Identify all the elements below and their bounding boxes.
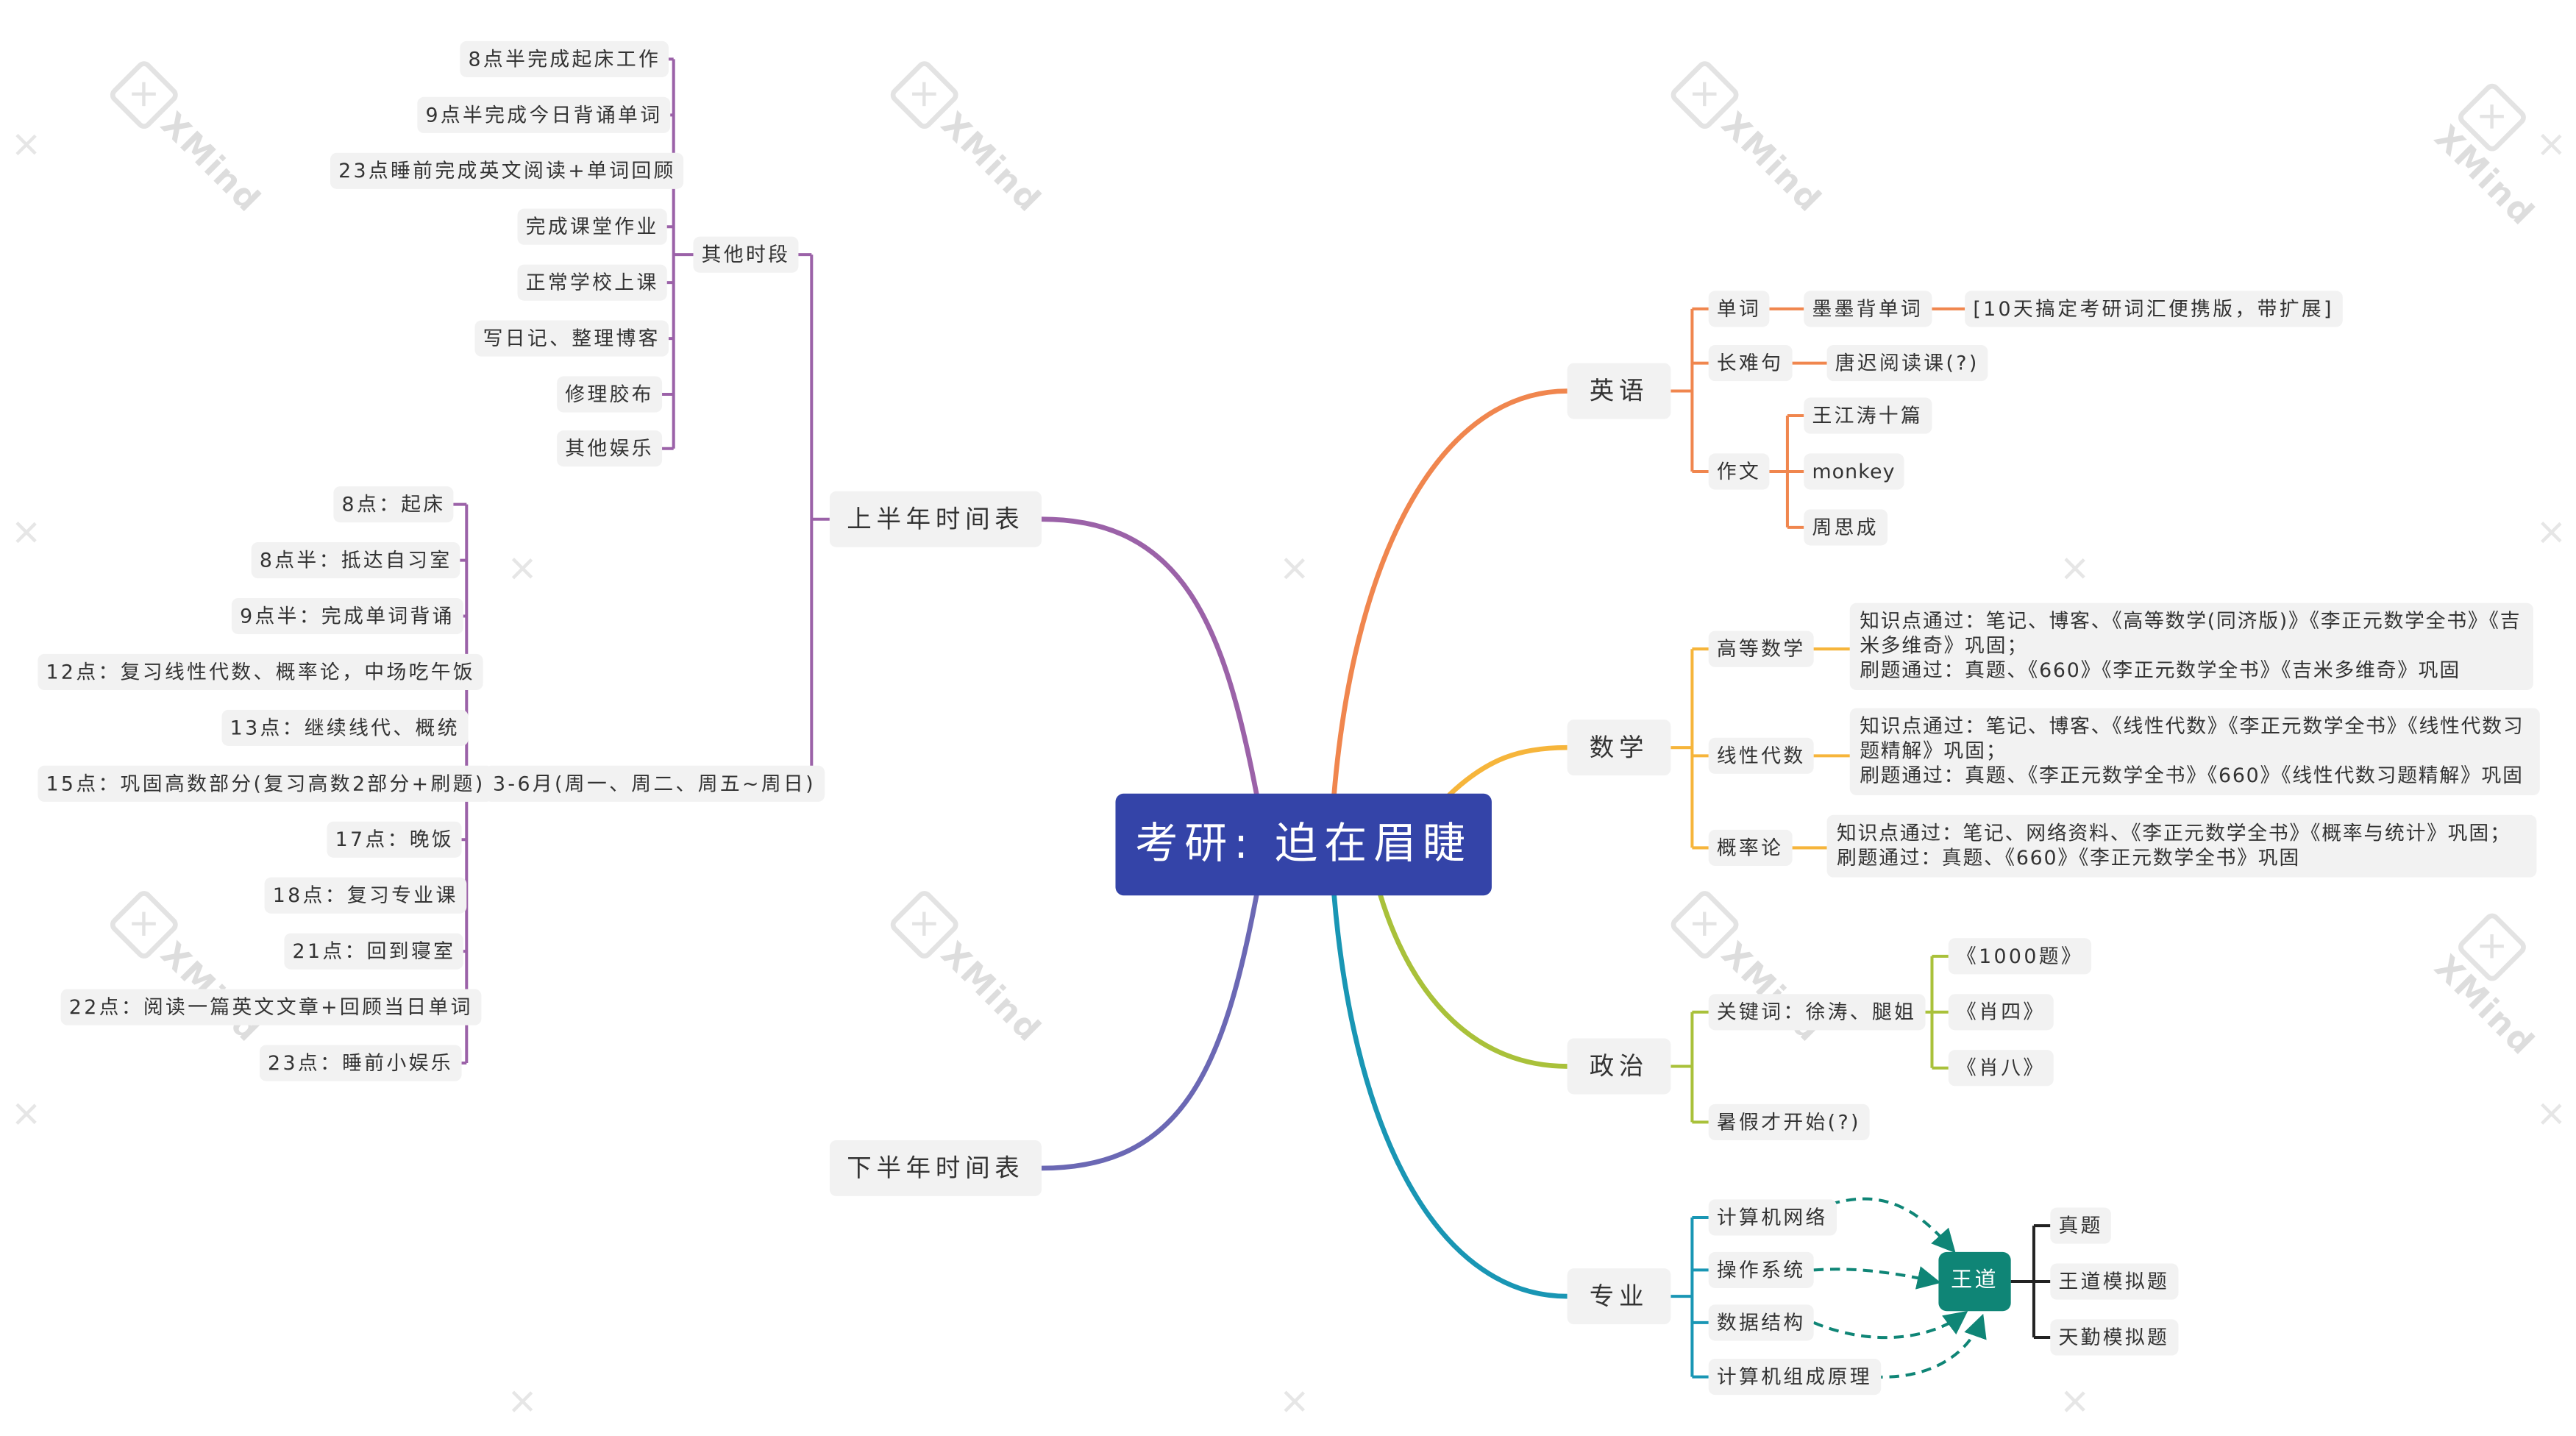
politics-summer[interactable]: 暑假才开始(?)	[1708, 1103, 1870, 1140]
schedule-item[interactable]: 9点半：完成单词背诵	[231, 597, 463, 635]
other-item[interactable]: 9点半完成今日背诵单词	[417, 96, 671, 133]
major-subject-os[interactable]: 操作系统	[1708, 1251, 1814, 1288]
english-essay-item[interactable]: 王江涛十篇	[1804, 397, 1932, 434]
decor-mark	[509, 1388, 536, 1415]
english-vocab-book[interactable]: [10天搞定考研词汇便携版，带扩展]	[1965, 291, 2343, 327]
decor-mark	[509, 555, 536, 582]
math-linear-algebra[interactable]: 线性代数	[1708, 737, 1814, 774]
english-long-sentence-course[interactable]: 唐迟阅读课(?)	[1826, 345, 1988, 382]
linear-line-1: 知识点通过：笔记、博客、《线性代数》《李正元数学全书》《线性代数习题精解》巩固；	[1860, 714, 2525, 763]
major-subject-organization[interactable]: 计算机组成原理	[1708, 1359, 1881, 1396]
english-vocab[interactable]: 单词	[1708, 291, 1770, 327]
math-calculus-detail[interactable]: 知识点通过：笔记、博客、《高等数学(同济版)》《李正元数学全书》《吉米多维奇》巩…	[1849, 603, 2533, 691]
topic-march-june-schedule[interactable]: 3-6月(周一、周二、周五~周日)	[484, 765, 825, 802]
other-item[interactable]: 23点睡前完成英文阅读+单词回顾	[330, 152, 684, 189]
branch-line-math	[1447, 744, 1568, 797]
math-probability[interactable]: 概率论	[1708, 829, 1792, 867]
english-essay-item[interactable]: monkey	[1804, 453, 1904, 490]
wangdao-item[interactable]: 王道模拟题	[2050, 1263, 2178, 1300]
decor-mark	[2538, 132, 2565, 158]
english-vocab-app[interactable]: 墨墨背单词	[1804, 291, 1932, 327]
wangdao-item[interactable]: 真题	[2050, 1207, 2111, 1244]
english-long-sentence[interactable]: 长难句	[1708, 345, 1792, 382]
major-subject-network[interactable]: 计算机网络	[1708, 1199, 1836, 1236]
topic-math[interactable]: 数学	[1567, 719, 1671, 776]
branch-line-second-half	[1041, 893, 1259, 1171]
politics-book[interactable]: 《1000题》	[1948, 938, 2092, 975]
schedule-item[interactable]: 17点：晚饭	[327, 821, 463, 858]
prob-line-2: 刷题通过：真题、《660》《李正元数学全书》巩固	[1836, 846, 2301, 870]
topic-wangdao[interactable]: 王道	[1938, 1251, 2011, 1312]
other-item[interactable]: 完成课堂作业	[517, 208, 667, 245]
topic-major[interactable]: 专业	[1567, 1268, 1671, 1325]
math-linear-detail[interactable]: 知识点通过：笔记、博客、《线性代数》《李正元数学全书》《线性代数习题精解》巩固；…	[1849, 708, 2540, 795]
decor-mark	[1281, 1388, 1308, 1415]
politics-book[interactable]: 《肖八》	[1948, 1050, 2054, 1087]
schedule-item[interactable]: 12点：复习线性代数、概率论，中场吃午饭	[38, 653, 484, 691]
decor-mark	[2538, 1101, 2565, 1127]
prob-line-1: 知识点通过：笔记、网络资料、《李正元数学全书》《概率与统计》巩固；	[1836, 821, 2511, 845]
topic-english[interactable]: 英语	[1567, 363, 1671, 419]
calculus-line-1: 知识点通过：笔记、博客、《高等数学(同济版)》《李正元数学全书》《吉米多维奇》巩…	[1860, 609, 2522, 658]
decor-mark	[2538, 519, 2565, 546]
english-essay[interactable]: 作文	[1708, 453, 1770, 490]
politics-book[interactable]: 《肖四》	[1948, 994, 2054, 1031]
politics-keywords[interactable]: 关键词：徐涛、腿姐	[1708, 994, 1925, 1031]
schedule-item[interactable]: 13点：继续线代、概统	[221, 709, 469, 746]
schedule-item[interactable]: 21点：回到寝室	[284, 933, 464, 970]
mindmap-canvas: ✕XMind ✕XMind ✕XMind ✕XMind ✕XMind ✕XMin…	[0, 0, 2576, 1436]
topic-first-half-schedule[interactable]: 上半年时间表	[829, 491, 1042, 547]
decor-mark	[13, 519, 40, 546]
linear-line-2: 刷题通过：真题、《李正元数学全书》《660》《线性代数习题精解》巩固	[1860, 764, 2524, 787]
schedule-item[interactable]: 8点半：抵达自习室	[251, 542, 460, 579]
topic-politics[interactable]: 政治	[1567, 1038, 1671, 1095]
topic-second-half-schedule[interactable]: 下半年时间表	[829, 1140, 1042, 1196]
schedule-item[interactable]: 8点：起床	[333, 486, 454, 523]
topic-other-periods[interactable]: 其他时段	[693, 236, 799, 273]
branch-line-major	[1331, 893, 1568, 1299]
decor-mark	[13, 1101, 40, 1127]
decor-mark	[13, 132, 40, 158]
branch-line-first-half	[1041, 516, 1259, 796]
branch-line-english	[1331, 388, 1568, 796]
other-item[interactable]: 其他娱乐	[557, 430, 663, 467]
calculus-line-2: 刷题通过：真题、《660》《李正元数学全书》《吉米多维奇》巩固	[1860, 658, 2461, 682]
math-calculus[interactable]: 高等数学	[1708, 630, 1814, 667]
schedule-item[interactable]: 23点：睡前小娱乐	[259, 1045, 462, 1081]
other-item[interactable]: 正常学校上课	[517, 264, 667, 301]
major-subject-data-structure[interactable]: 数据结构	[1708, 1304, 1814, 1341]
math-probability-detail[interactable]: 知识点通过：笔记、网络资料、《李正元数学全书》《概率与统计》巩固； 刷题通过：真…	[1826, 814, 2537, 878]
other-item[interactable]: 写日记、整理博客	[474, 320, 669, 357]
decor-mark	[2062, 555, 2088, 582]
english-essay-item[interactable]: 周思成	[1804, 509, 1887, 546]
branch-line-politics	[1377, 892, 1568, 1069]
root-topic[interactable]: 考研: 迫在眉睫	[1115, 793, 1492, 896]
decor-mark	[1281, 555, 1308, 582]
wangdao-item[interactable]: 天勤模拟题	[2050, 1319, 2178, 1356]
other-item[interactable]: 8点半完成起床工作	[460, 40, 669, 77]
other-item[interactable]: 修理胶布	[557, 376, 663, 413]
schedule-item[interactable]: 15点：巩固高数部分(复习高数2部分+刷题)	[38, 765, 494, 802]
decor-mark	[2062, 1388, 2088, 1415]
schedule-item[interactable]: 22点：阅读一篇英文文章+回顾当日单词	[60, 989, 482, 1026]
schedule-item[interactable]: 18点：复习专业课	[264, 877, 466, 914]
